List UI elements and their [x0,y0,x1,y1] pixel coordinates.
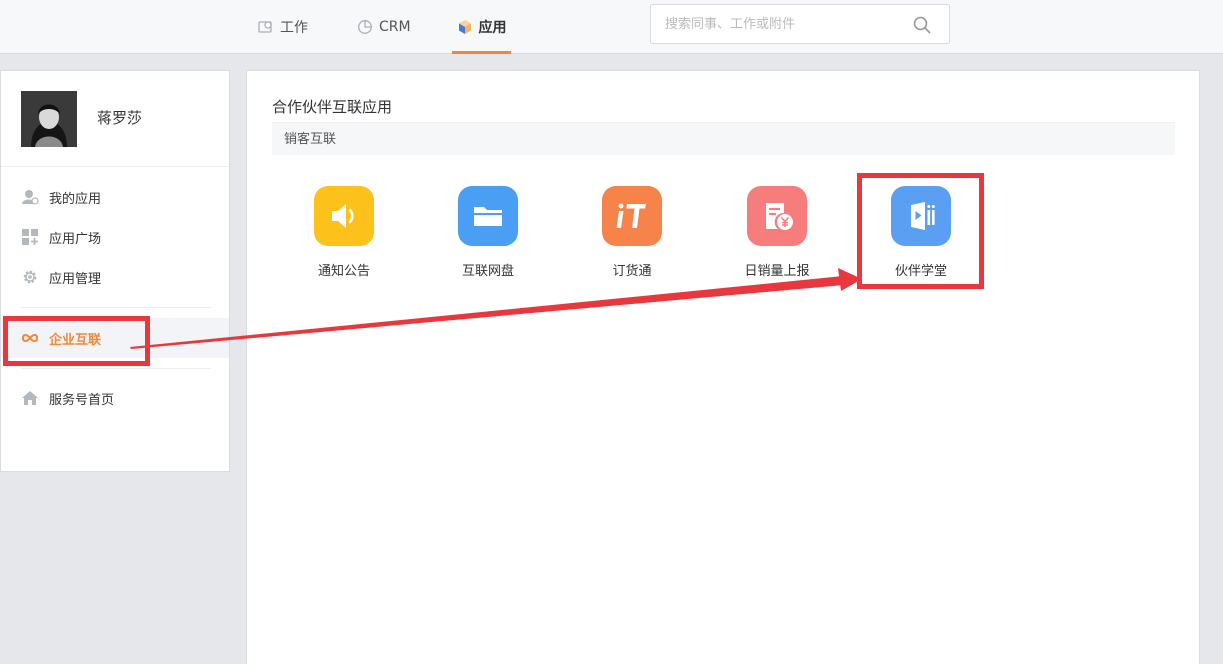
annotation-arrow [130,268,862,349]
